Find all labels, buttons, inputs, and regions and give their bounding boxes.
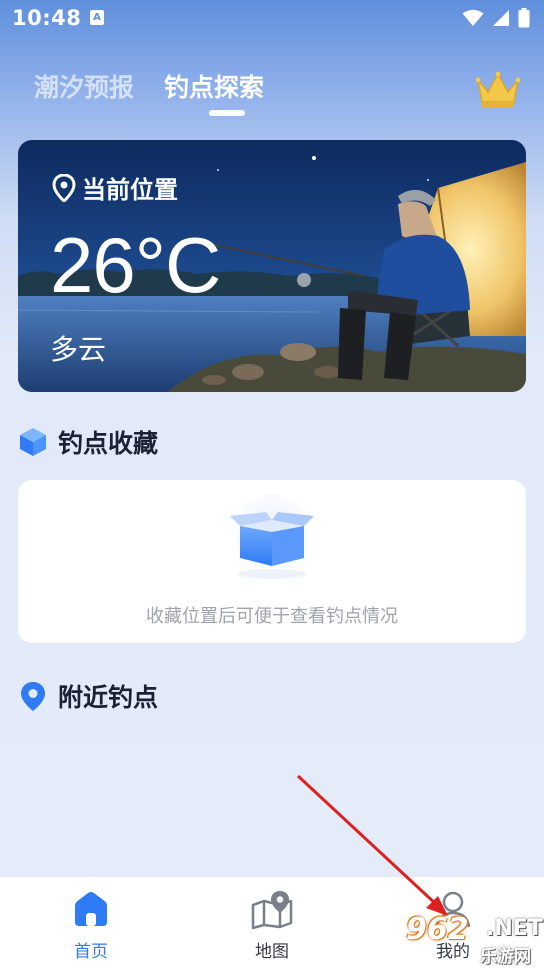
nav-home-label: 首页: [74, 942, 108, 962]
nav-map[interactable]: 地图: [227, 889, 317, 962]
tab-fishing-spot-explore[interactable]: 钓点探索: [164, 68, 264, 104]
temperature-value: 26°C: [50, 221, 221, 309]
watermark-suffix: .NET: [486, 916, 543, 941]
watermark-logo: 962: [406, 912, 469, 947]
favorites-empty-text: 收藏位置后可便于查看钓点情况: [146, 606, 398, 627]
location-pin-icon: [52, 173, 76, 202]
tab-tide-forecast[interactable]: 潮汐预报: [34, 68, 134, 104]
active-tab-indicator: [209, 110, 245, 116]
weather-card[interactable]: 当前位置 26°C 多云: [18, 140, 526, 392]
home-icon: [75, 892, 107, 926]
current-location-row: 当前位置: [52, 170, 178, 205]
cube-icon: [20, 428, 46, 456]
status-icons: [462, 8, 530, 28]
nearby-title: 附近钓点: [58, 683, 159, 712]
battery-icon: [518, 8, 530, 28]
signal-icon: [493, 10, 509, 26]
watermark-sub: 乐游网: [480, 947, 531, 967]
empty-box-icon: [228, 494, 316, 582]
nearby-header: 附近钓点: [18, 678, 158, 714]
nav-home[interactable]: 首页: [46, 889, 136, 962]
top-tabs: 潮汐预报 钓点探索: [34, 68, 264, 104]
favorites-header: 钓点收藏: [18, 424, 158, 460]
wifi-icon: [462, 9, 484, 26]
status-time: 10:48: [12, 6, 82, 30]
current-location-label: 当前位置: [82, 176, 178, 204]
weather-condition: 多云: [50, 333, 107, 366]
status-bar: 10:48 A: [0, 0, 544, 38]
favorites-empty-card: 收藏位置后可便于查看钓点情况: [18, 480, 526, 643]
location-pin-icon: [21, 682, 45, 711]
notification-icon: A: [90, 10, 104, 25]
watermark: 962 .NET 乐游网: [406, 912, 544, 968]
crown-icon[interactable]: [476, 70, 520, 110]
map-icon: [251, 891, 293, 930]
favorites-title: 钓点收藏: [58, 429, 159, 458]
nav-map-label: 地图: [255, 942, 289, 962]
